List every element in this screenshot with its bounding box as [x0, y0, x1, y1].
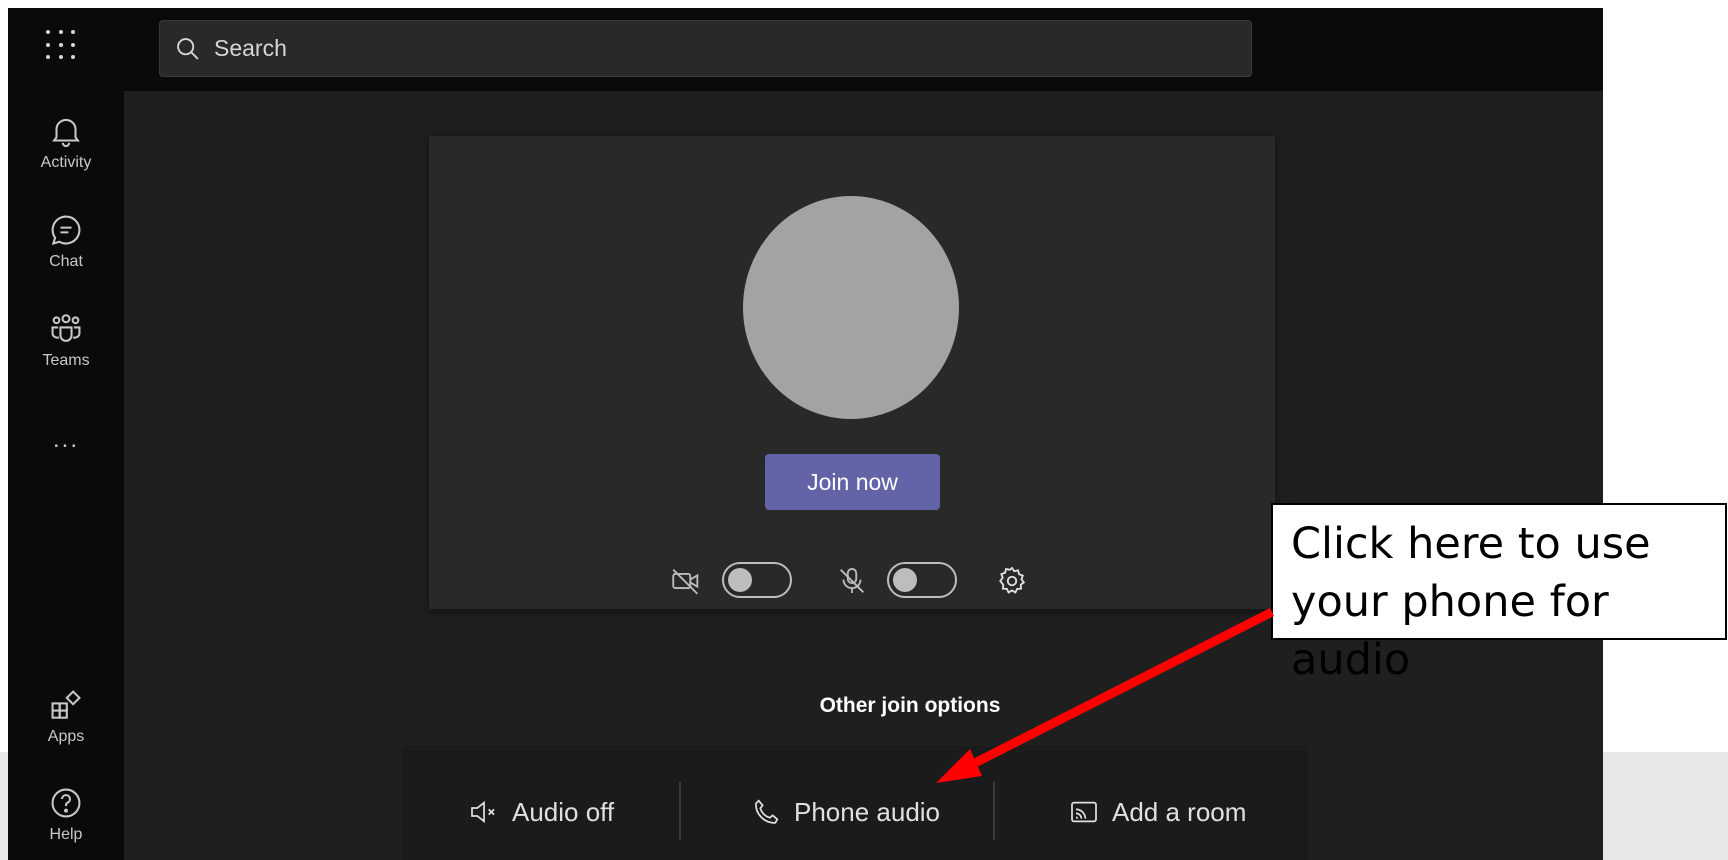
callout-line-2: your phone for audio	[1291, 577, 1609, 685]
other-join-options: Audio off Phone audio Add a room	[402, 746, 1308, 860]
rail-item-label: Teams	[42, 352, 90, 369]
more-icon: ...	[52, 426, 79, 453]
mic-toggle[interactable]	[887, 562, 957, 598]
more-apps-button[interactable]: ...	[8, 426, 124, 454]
option-label: Phone audio	[794, 796, 941, 827]
video-preview: Join now	[429, 136, 1275, 609]
camera-off-icon	[672, 569, 699, 595]
rail-item-activity[interactable]: Activity	[8, 112, 124, 172]
option-label: Add a room	[1112, 796, 1247, 827]
rail-item-label: Help	[49, 826, 83, 843]
avatar	[743, 196, 959, 419]
add-a-room-option[interactable]: Add a room	[1068, 786, 1246, 838]
rail-item-label: Apps	[47, 728, 85, 745]
teams-window: Activity Chat Teams ... Apps Help Search…	[8, 8, 1603, 860]
rail-item-label: Chat	[49, 253, 83, 270]
divider	[679, 782, 681, 840]
phone-icon	[755, 799, 779, 824]
cast-icon	[1071, 801, 1097, 823]
speaker-off-icon	[471, 800, 495, 824]
other-join-options-title: Other join options	[819, 694, 1001, 717]
app-rail: Activity Chat Teams ... Apps Help	[8, 8, 124, 860]
audio-off-option[interactable]: Audio off	[468, 786, 614, 838]
rail-item-help[interactable]: Help	[8, 784, 124, 844]
gear-icon[interactable]	[995, 564, 1029, 598]
help-icon	[51, 788, 81, 818]
teams-icon	[51, 314, 81, 342]
search-icon	[177, 37, 199, 60]
rail-item-label: Activity	[40, 154, 92, 171]
app-launcher-icon[interactable]	[46, 30, 78, 62]
search-input[interactable]: Search	[159, 20, 1252, 77]
mic-off-icon	[840, 568, 864, 594]
join-now-button[interactable]: Join now	[765, 454, 940, 510]
chat-icon	[51, 215, 81, 245]
bell-icon	[52, 118, 80, 147]
camera-toggle[interactable]	[722, 562, 792, 598]
rail-item-teams[interactable]: Teams	[8, 310, 124, 370]
phone-audio-option[interactable]: Phone audio	[750, 786, 940, 838]
slide: Activity Chat Teams ... Apps Help Search…	[0, 0, 1728, 860]
annotation-callout: Click here to use your phone for audio	[1271, 503, 1727, 685]
rail-item-chat[interactable]: Chat	[8, 211, 124, 271]
search-placeholder: Search	[214, 35, 287, 61]
option-label: Audio off	[512, 796, 615, 827]
callout-line-1: Click here to use	[1291, 519, 1651, 569]
divider	[993, 782, 995, 840]
